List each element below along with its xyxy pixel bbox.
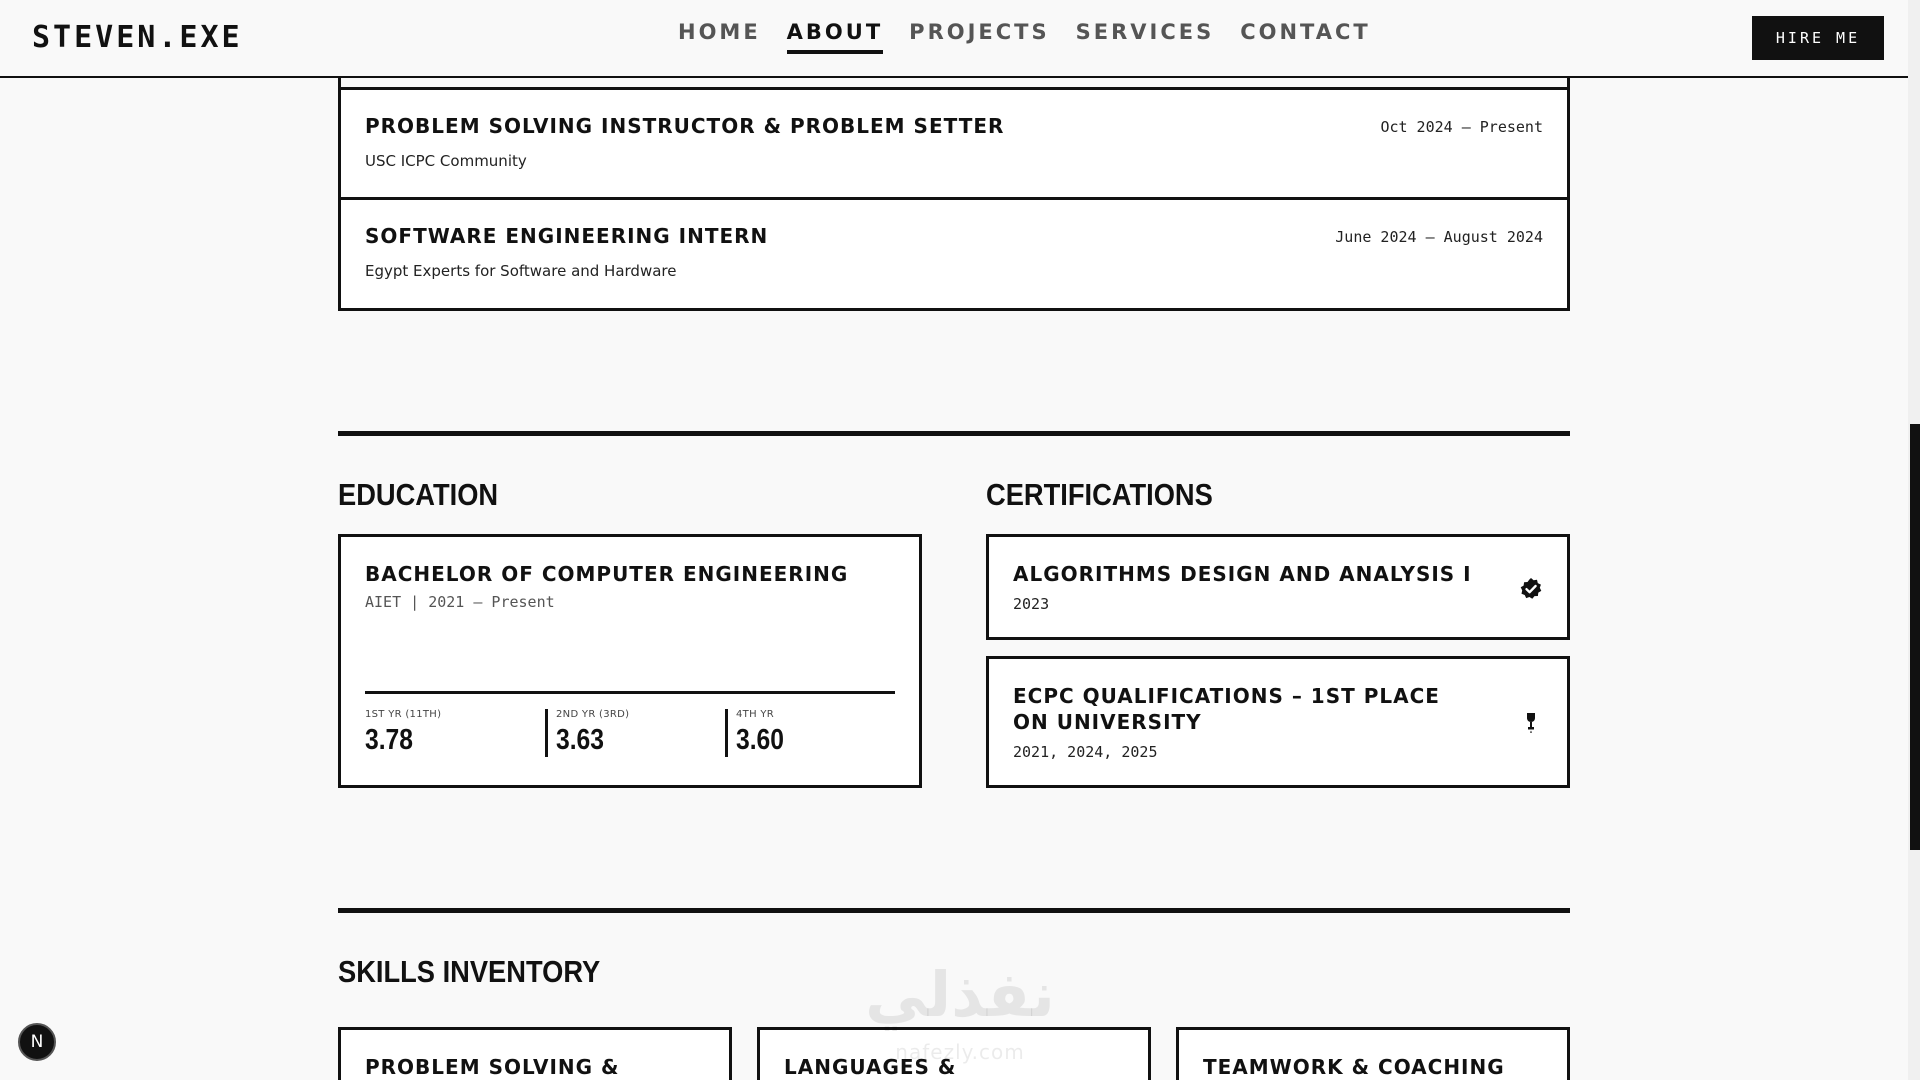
experience-title: PROBLEM SOLVING INSTRUCTOR & PROBLEM SET… [365, 114, 1005, 138]
gpa-label: 1ST YR (11TH) [365, 709, 442, 720]
gpa-value: 3.63 [556, 724, 604, 756]
hire-me-button[interactable]: HIRE ME [1752, 16, 1884, 60]
gpa-label: 4TH YR [736, 709, 775, 720]
experience-date: June 2024 – August 2024 [1335, 228, 1543, 246]
education-heading: EDUCATION [338, 477, 499, 512]
gpa-value: 3.78 [365, 724, 413, 756]
gpa-stat: 2ND YR (3RD) 3.63 [545, 709, 629, 757]
nav-projects[interactable]: PROJECTS [909, 20, 1049, 54]
certification-card: ALGORITHMS DESIGN AND ANALYSIS I 2023 [986, 534, 1570, 640]
skill-card-title: LANGUAGES & PROGRAMMING [784, 1055, 957, 1079]
nav-home[interactable]: HOME [678, 20, 761, 54]
skill-card: PROBLEM SOLVING & [338, 1027, 732, 1080]
experience-item: SOFTWARE ENGINEERING INTERN Egypt Expert… [338, 197, 1570, 311]
page: STEVEN.EXE HOME ABOUT PROJECTS SERVICES … [0, 0, 1920, 1080]
experience-item: PROBLEM SOLVING INSTRUCTOR & PROBLEM SET… [338, 87, 1570, 200]
certification-years: 2023 [1013, 595, 1050, 613]
certification-years: 2021, 2024, 2025 [1013, 743, 1158, 761]
skill-card: LANGUAGES & PROGRAMMING [757, 1027, 1151, 1080]
certification-title: ALGORITHMS DESIGN AND ANALYSIS I [1013, 562, 1472, 586]
skill-card-title: PROBLEM SOLVING & [365, 1055, 620, 1079]
site-logo[interactable]: STEVEN.EXE [32, 20, 243, 55]
institution-line: AIET | 2021 – Present [365, 593, 555, 611]
certification-title: ECPC QUALIFICATIONS – 1ST PLACE ON UNIVE… [1013, 684, 1440, 734]
gpa-stat: 1ST YR (11TH) 3.78 [365, 709, 441, 757]
skill-card: TEAMWORK & COACHING [1176, 1027, 1570, 1080]
site-header: STEVEN.EXE HOME ABOUT PROJECTS SERVICES … [0, 0, 1908, 78]
certifications-heading: CERTIFICATIONS [986, 477, 1213, 512]
certification-card: ECPC QUALIFICATIONS – 1ST PLACE ON UNIVE… [986, 656, 1570, 788]
nav-about[interactable]: ABOUT [786, 20, 884, 54]
skill-card-title: TEAMWORK & COACHING [1203, 1055, 1505, 1079]
gpa-divider [365, 691, 895, 694]
verified-badge-icon [1520, 578, 1542, 599]
nav-contact[interactable]: CONTACT [1240, 20, 1371, 54]
nav-services[interactable]: SERVICES [1076, 20, 1215, 54]
skills-heading: SKILLS INVENTORY [338, 954, 601, 989]
trophy-icon [1527, 713, 1535, 733]
experience-company: Egypt Experts for Software and Hardware [365, 262, 677, 280]
scrollbar-thumb[interactable] [1910, 424, 1920, 850]
experience-company: USC ICPC Community [365, 152, 527, 170]
degree-title: BACHELOR OF COMPUTER ENGINEERING [365, 562, 849, 586]
dev-tools-badge[interactable]: N [18, 1023, 56, 1061]
gpa-label: 2ND YR (3RD) [556, 709, 630, 720]
section-divider [338, 431, 1570, 436]
watermark-logo: نفذلي [865, 958, 1055, 1031]
gpa-value: 3.60 [736, 724, 784, 756]
main-nav: HOME ABOUT PROJECTS SERVICES CONTACT [678, 20, 1397, 54]
section-divider [338, 908, 1570, 913]
experience-date: Oct 2024 – Present [1380, 118, 1543, 136]
education-card: BACHELOR OF COMPUTER ENGINEERING AIET | … [338, 534, 922, 788]
gpa-stat: 4TH YR 3.60 [725, 709, 792, 757]
